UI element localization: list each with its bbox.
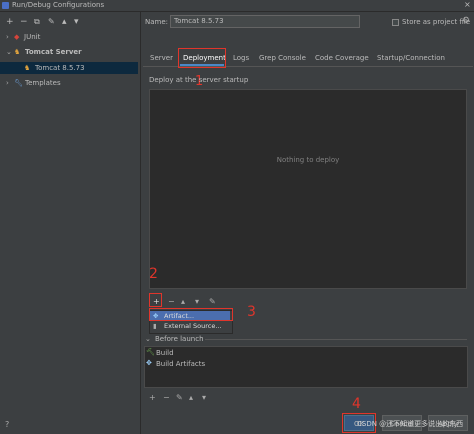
edit-icon[interactable]: ✎ [176, 393, 183, 402]
watermark: CSDN @还不知道更多说出的东西 [357, 420, 464, 428]
artifact-icon: ✥ [146, 359, 152, 367]
gear-icon[interactable]: ⚙ [462, 16, 470, 26]
before-launch-label: Before launch [155, 335, 204, 343]
menu-item-external-source[interactable]: ▮ External Source... [150, 321, 230, 331]
edit-icon[interactable]: ✎ [209, 297, 216, 306]
chevron-down-icon[interactable]: ⌄ [145, 335, 151, 343]
tab-code-coverage[interactable]: Code Coverage [315, 54, 369, 62]
tab-grep-console[interactable]: Grep Console [259, 54, 306, 62]
app-icon [2, 2, 9, 9]
tab-server[interactable]: Server [150, 54, 173, 62]
move-down-icon[interactable]: ▾ [74, 17, 79, 27]
title-bar: Run/Debug Configurations × [0, 0, 474, 12]
annotation-number: 3 [247, 304, 256, 320]
empty-text: Nothing to deploy [276, 156, 340, 164]
annotation-number: 2 [149, 266, 158, 282]
chevron-down-icon: ⌄ [6, 48, 12, 56]
tree-item-templates[interactable]: › 🔧︎ Templates [0, 77, 138, 89]
add-icon[interactable]: + [149, 393, 156, 402]
annotation-number: 4 [352, 396, 361, 412]
wrench-icon[interactable]: ✎ [48, 17, 55, 26]
before-launch-item[interactable]: Build Artifacts [156, 360, 205, 368]
configurations-panel [0, 12, 141, 434]
annotation-box-deployment [178, 48, 226, 68]
tree-item-label: Templates [25, 79, 61, 87]
move-down-icon[interactable]: ▾ [202, 393, 206, 402]
menu-item-label: External Source... [164, 322, 222, 330]
before-launch-item[interactable]: Build [156, 349, 174, 357]
chevron-right-icon: › [6, 33, 9, 41]
window-title: Run/Debug Configurations [12, 1, 105, 9]
wrench-icon: 🔧︎ [14, 79, 23, 87]
tab-logs[interactable]: Logs [233, 54, 249, 62]
annotation-box-artifact [149, 308, 233, 321]
add-icon[interactable]: + [6, 17, 14, 27]
move-up-icon[interactable]: ▴ [62, 17, 67, 27]
remove-icon[interactable]: − [168, 297, 175, 306]
move-up-icon[interactable]: ▴ [181, 297, 185, 306]
remove-icon[interactable]: − [163, 393, 170, 402]
name-field[interactable]: Tomcat 8.5.73 [170, 15, 360, 28]
tree-item-label: Tomcat 8.5.73 [35, 64, 85, 72]
tomcat-icon: ♞ [14, 48, 21, 56]
move-up-icon[interactable]: ▴ [189, 393, 193, 402]
annotation-box-add [149, 293, 162, 307]
store-as-project-label: Store as project file [402, 18, 471, 26]
tab-startup-connection[interactable]: Startup/Connection [377, 54, 445, 62]
section-divider [205, 339, 467, 340]
tree-item-label: Tomcat Server [25, 48, 82, 56]
deploy-label: Deploy at the server startup [149, 76, 249, 84]
tree-item-tomcat-config[interactable]: ♞ Tomcat 8.5.73 [0, 62, 138, 74]
tree-item-label: JUnit [24, 33, 41, 41]
tomcat-icon: ♞ [24, 64, 31, 72]
tree-item-junit[interactable]: › ◆ JUnit [0, 31, 138, 43]
chevron-right-icon: › [6, 79, 9, 87]
move-down-icon[interactable]: ▾ [195, 297, 199, 306]
close-icon[interactable]: × [464, 0, 471, 9]
store-as-project-checkbox[interactable] [392, 19, 399, 26]
tree-item-tomcat-server[interactable]: ⌄ ♞ Tomcat Server [0, 46, 138, 58]
name-label: Name: [145, 18, 169, 26]
build-icon: 🔨︎ [146, 348, 155, 356]
folder-icon: ▮ [153, 322, 157, 330]
deployment-list[interactable] [149, 89, 467, 289]
remove-icon[interactable]: − [20, 17, 28, 27]
help-icon[interactable]: ? [5, 420, 9, 429]
junit-icon: ◆ [14, 33, 20, 41]
copy-icon[interactable]: ⧉ [34, 17, 40, 27]
